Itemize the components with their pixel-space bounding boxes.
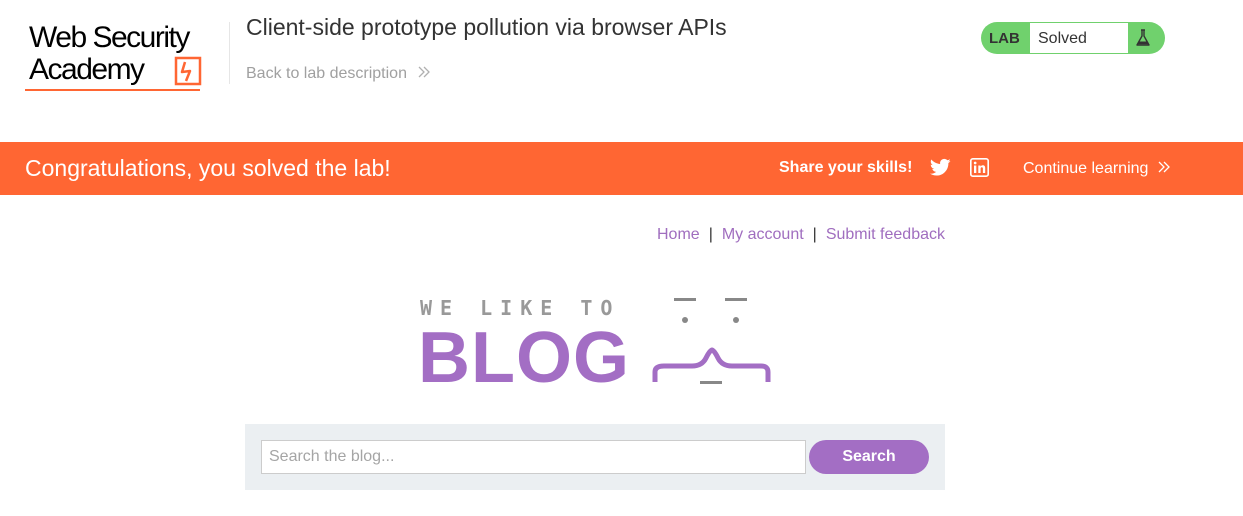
nav-home-link[interactable]: Home [657, 226, 700, 243]
back-link-label: Back to lab description [246, 65, 407, 82]
share-skills-label: Share your skills! [779, 159, 913, 176]
nav-my-account-link[interactable]: My account [722, 226, 804, 243]
lab-status-text: Solved [1038, 30, 1087, 47]
search-button[interactable]: Search [809, 440, 929, 474]
lab-badge: LAB [989, 30, 1020, 47]
search-panel: Search [245, 424, 945, 490]
congratulations-message: Congratulations, you solved the lab! [25, 155, 391, 181]
linkedin-icon[interactable] [970, 158, 989, 177]
back-to-lab-description-link[interactable]: Back to lab description [246, 65, 431, 83]
search-input[interactable] [261, 440, 806, 474]
solved-banner: Congratulations, you solved the lab! Sha… [0, 142, 1243, 195]
academy-logo[interactable]: Web Security Academy [24, 20, 229, 95]
nav-separator: | [812, 226, 817, 243]
lab-status-box: Solved [1030, 23, 1128, 53]
continue-learning-label: Continue learning [1023, 160, 1149, 177]
blog-logo: WE LIKE TO BLOG [418, 296, 774, 394]
nav-submit-feedback-link[interactable]: Submit feedback [826, 226, 945, 243]
lab-status-widget: LAB Solved [981, 22, 1165, 54]
header-divider [229, 22, 230, 84]
twitter-icon[interactable] [930, 158, 951, 177]
double-chevron-right-icon [418, 66, 431, 78]
top-nav: Home | My account | Submit feedback [657, 226, 945, 244]
flask-icon [1136, 29, 1150, 46]
blog-logo-tagline: WE LIKE TO [420, 296, 621, 320]
continue-learning-link[interactable]: Continue learning [1023, 160, 1171, 178]
double-chevron-right-icon [1158, 161, 1170, 173]
lab-title: Client-side prototype pollution via brow… [246, 14, 727, 40]
logo-line-2: Academy [29, 53, 145, 86]
nav-separator: | [708, 226, 713, 243]
logo-line-1: Web Security [29, 21, 190, 54]
blog-logo-word: BLOG [418, 318, 630, 398]
curly-brace-face-icon [652, 298, 771, 384]
